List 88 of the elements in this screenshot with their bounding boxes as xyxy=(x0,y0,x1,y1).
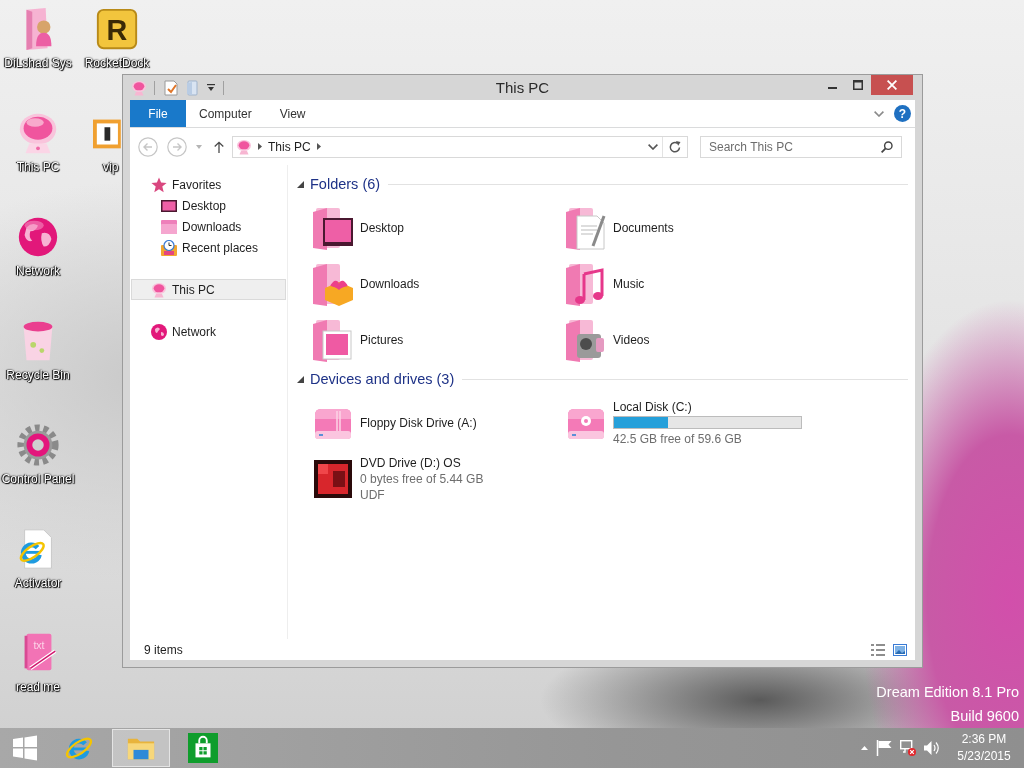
drive-details: 0 bytes free of 5.44 GB xyxy=(360,471,484,487)
monitor-icon xyxy=(236,138,252,155)
caret-up-icon xyxy=(861,746,868,750)
desktop-icon-label[interactable]: Activator xyxy=(14,576,62,590)
nav-item[interactable]: Desktop xyxy=(131,195,286,216)
network-error-icon xyxy=(900,740,916,756)
details-view-button[interactable] xyxy=(871,643,885,656)
monitor-icon xyxy=(151,281,167,298)
arrow-up-icon xyxy=(212,140,226,153)
folder-clock-icon xyxy=(161,239,177,256)
ribbon-tab[interactable]: View xyxy=(265,100,320,127)
monitor-icon xyxy=(131,79,147,96)
chevron-down-icon xyxy=(874,110,884,117)
screen-icon xyxy=(161,197,177,214)
gear-icon[interactable] xyxy=(15,422,61,468)
nav-item[interactable]: Network xyxy=(131,321,286,342)
close-icon xyxy=(887,80,897,90)
nav-item[interactable]: This PC xyxy=(131,279,286,300)
collapse-arrow-icon[interactable] xyxy=(297,375,304,383)
caret-down-icon xyxy=(196,144,202,149)
search-icon xyxy=(881,140,893,153)
arrow-right-icon xyxy=(167,136,187,157)
refresh-icon xyxy=(669,140,681,153)
folder-icon xyxy=(185,79,201,96)
file-menu-button[interactable]: File xyxy=(130,100,186,127)
large-icons-view-button[interactable] xyxy=(893,643,907,656)
breadcrumb-item[interactable]: This PC xyxy=(268,139,311,154)
desktop-icon-label[interactable]: DiLshad Sys xyxy=(4,56,72,70)
desktop-icon-label[interactable]: vip xyxy=(103,160,119,174)
folder-item[interactable]: Videos xyxy=(562,312,815,368)
desktop-icon-label[interactable]: Network xyxy=(16,264,60,278)
desktop-icon-label[interactable]: This PC xyxy=(16,160,60,174)
drive-name: Local Disk (C:) xyxy=(613,399,693,415)
os-version-text: Build 9600 xyxy=(950,707,1019,726)
list-icon xyxy=(871,643,885,656)
picture-icon xyxy=(893,643,907,656)
item-count: 9 items xyxy=(144,642,183,657)
globe-icon xyxy=(151,323,167,340)
collapse-arrow-icon[interactable] xyxy=(297,180,304,188)
os-version-text: Dream Edition 8.1 Pro xyxy=(876,683,1019,702)
drive-details: UDF xyxy=(360,487,386,503)
flag-icon xyxy=(876,740,892,756)
folder-icon xyxy=(161,218,177,235)
drive-details: 42.5 GB free of 59.6 GB xyxy=(613,431,743,447)
star-icon xyxy=(151,176,167,193)
folder-item[interactable]: Pictures xyxy=(309,312,562,368)
drive-item[interactable]: Local Disk (C:) 42.5 GB free of 59.6 GB xyxy=(562,395,815,451)
store-icon xyxy=(188,733,218,763)
address-dropdown-button[interactable] xyxy=(648,143,658,150)
minimize-icon xyxy=(827,87,837,89)
folder-item[interactable]: Documents xyxy=(562,200,815,256)
ribbon-tab[interactable]: Computer xyxy=(185,100,266,127)
drive-name: DVD Drive (D:) OS xyxy=(360,455,462,471)
address-field[interactable]: This PC xyxy=(232,135,688,158)
maximize-icon xyxy=(853,80,863,90)
desktop-icon-label[interactable]: Control Panel xyxy=(1,472,75,486)
folder-item[interactable]: Downloads xyxy=(309,256,562,312)
nav-item[interactable]: Downloads xyxy=(131,216,286,237)
speaker-icon xyxy=(924,740,940,756)
folder-item[interactable]: Music xyxy=(562,256,815,312)
document-check-icon xyxy=(163,79,179,96)
desktop-icon-label[interactable]: RocketDock xyxy=(84,56,150,70)
folder-item[interactable]: Desktop xyxy=(309,200,562,256)
up-button[interactable] xyxy=(212,140,226,153)
caret-down-icon xyxy=(207,83,215,92)
desktop-icon-label[interactable]: Recycle Bin xyxy=(6,368,70,382)
letter-badge-icon[interactable]: R xyxy=(94,6,140,52)
customize-toolbar-button[interactable] xyxy=(206,83,216,92)
chevron-down-icon xyxy=(648,143,658,150)
taskbar-app-button[interactable] xyxy=(112,729,170,767)
properties-button[interactable] xyxy=(162,79,180,96)
breadcrumb-arrow-icon xyxy=(316,143,321,150)
drive-name: Floppy Disk Drive (A:) xyxy=(360,415,477,431)
window-title: This PC xyxy=(495,79,550,96)
recent-locations-button[interactable] xyxy=(196,144,202,149)
arrow-left-icon xyxy=(138,136,158,157)
expand-ribbon-button[interactable] xyxy=(874,110,884,117)
nav-item[interactable]: Favorites xyxy=(131,174,286,195)
drive-item[interactable]: Floppy Disk Drive (A:) xyxy=(309,395,562,451)
desktop-icon-label[interactable]: read me xyxy=(16,680,60,694)
windows-logo-icon xyxy=(12,735,38,761)
search-field[interactable]: Search This PC xyxy=(700,135,902,158)
group-heading[interactable]: Devices and drives (3) xyxy=(310,371,455,387)
help-button[interactable]: ? xyxy=(894,105,911,122)
group-heading[interactable]: Folders (6) xyxy=(310,176,381,192)
drive-item[interactable]: DVD Drive (D:) OS 0 bytes free of 5.44 GB UDF xyxy=(309,451,562,507)
nav-item[interactable]: Recent places xyxy=(131,237,286,258)
breadcrumb-arrow-icon xyxy=(258,143,262,150)
